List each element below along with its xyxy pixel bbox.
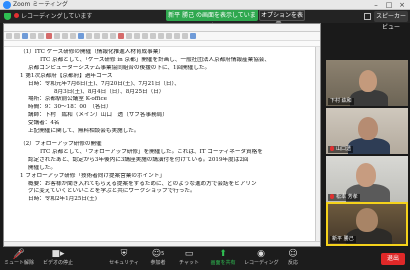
- recording-label: レコーディングしています: [21, 13, 93, 20]
- muted-mic-icon: [330, 146, 334, 151]
- participant-figure: [348, 138, 390, 154]
- participant-face: [358, 117, 378, 140]
- smiley-icon: ☺: [288, 249, 298, 259]
- participant-name: 下村 紘和: [328, 98, 354, 105]
- view-options-button[interactable]: オプションを表示 ⌄: [259, 10, 305, 28]
- shield-icon: ⛨: [120, 249, 128, 259]
- doc-line: 認定されたあと、認定から3年後内に3講座実施の講演付を付けている。2019年度は…: [28, 156, 249, 163]
- doc-line: 開催した。: [28, 164, 56, 171]
- record-icon: ◉: [257, 249, 265, 259]
- shield-icon[interactable]: [4, 13, 11, 20]
- meeting-topbar: レコーディングしています 新平 勝己 の画面を表示しています オプションを表示 …: [0, 10, 410, 31]
- unmute-button[interactable]: 🎤︎ ミュート解除: [2, 248, 36, 270]
- participant-face: [356, 208, 378, 232]
- participant-figure: [350, 90, 388, 106]
- doc-line: グに変えていくといいことを学ぶと共にワークショップで行った。: [28, 188, 196, 195]
- editor-titlebar: [4, 24, 320, 32]
- record-button[interactable]: ◉ レコーディング: [244, 248, 279, 270]
- window-title: Zoom ミーティング: [13, 1, 68, 8]
- doc-line: 京都コンピューターシステム事業協同組合の後援の下に、1回開催した。: [28, 64, 211, 71]
- muted-microphone-icon: 🎤︎: [13, 249, 25, 259]
- participant-video-tile[interactable]: 山口透: [326, 108, 408, 154]
- participant-face: [356, 163, 376, 187]
- active-speaker-tile[interactable]: 新平 勝己: [326, 202, 408, 246]
- minimize-button[interactable]: –: [370, 0, 382, 10]
- gallery-grid-icon[interactable]: [364, 13, 371, 20]
- participants-button[interactable]: ☺5 参加者: [145, 248, 171, 270]
- screen-share-banner: 新平 勝己 の画面を表示しています: [166, 10, 258, 30]
- doc-line: 場所：京都駅前公議室 K-office: [28, 96, 107, 103]
- document-page: （1）ITC ケース研修の開催（情報化推進人材育成事業） ITC 京都として、「…: [10, 49, 315, 245]
- doc-line: 受講者：4名: [28, 120, 60, 127]
- doc-line: 時間：9：30～18：00 （各日）: [28, 104, 112, 111]
- meeting-toolbar: 🎤︎ ミュート解除 ■▸ ビデオの停止 ⛨ セキュリティ ☺5 参加者 ▭ チャ…: [0, 247, 410, 270]
- stop-video-button[interactable]: ■▸ ビデオの停止: [40, 248, 76, 270]
- window-titlebar: Zoom ミーティング – □ ×: [0, 0, 410, 10]
- participant-face: [359, 70, 377, 92]
- doc-line: 日時：令和元年7月6日(土)、7月20日(土)、7月21日（日）、: [28, 80, 180, 87]
- editor-toolbar: [4, 32, 320, 41]
- doc-line: （2）フォローアップ研修の開催: [20, 140, 102, 147]
- close-button[interactable]: ×: [396, 0, 408, 10]
- share-screen-icon: ⬆: [219, 249, 227, 259]
- share-screen-button[interactable]: ⬆ 画面を共有: [207, 248, 239, 270]
- doc-line: ITC 京都として、「フォローアップ研修」を開催した。これは、IT コーディネー…: [40, 148, 263, 155]
- participant-name: 松本 芳孝: [328, 194, 360, 201]
- recording-indicator[interactable]: レコーディングしています: [14, 12, 92, 21]
- vertical-scrollbar: [315, 47, 320, 243]
- doc-line: 1 フォローアップ研修「技術者向け提案営業のポイント」: [20, 172, 165, 179]
- speaker-view-button[interactable]: スピーカービュー: [374, 11, 408, 31]
- chat-bubble-icon: ▭: [184, 249, 194, 259]
- shared-screen: （1）ITC ケース研修の開催（情報化推進人材育成事業） ITC 京都として、「…: [3, 23, 321, 247]
- record-dot-icon: [14, 13, 19, 18]
- doc-line: 1 第1次京都府【京都府】過年コース: [20, 72, 113, 79]
- doc-line: ITC 京都として、「ケース研修 in 京都」開催を計画し、一般社団法人京都府情…: [40, 56, 270, 63]
- leave-meeting-button[interactable]: 退出: [381, 253, 405, 265]
- reactions-button[interactable]: ☺ 反応: [283, 248, 303, 270]
- muted-mic-icon: [330, 194, 334, 199]
- editor-ruler: [4, 41, 320, 47]
- people-icon: ☺5: [151, 249, 165, 259]
- participant-name: 山口透: [328, 146, 354, 153]
- video-camera-icon: ■▸: [51, 249, 65, 259]
- doc-line: 8月3日(土)、8月4日（日）、8月25日（日）: [54, 88, 165, 95]
- doc-line: 日時：令和2年1月25日(土): [28, 196, 97, 203]
- participant-video-tile[interactable]: 下村 紘和: [326, 60, 408, 106]
- maximize-button[interactable]: □: [383, 0, 395, 10]
- security-button[interactable]: ⛨ セキュリティ: [108, 248, 140, 270]
- chat-button[interactable]: ▭ チャット: [177, 248, 201, 270]
- participant-name: 新平 勝己: [330, 236, 356, 243]
- doc-line: 概要：お客様が聞き入れてもらえる提案をするために、どのような進め方で会話をヒアリ…: [28, 180, 257, 187]
- horizontal-scrollbar: [4, 241, 320, 246]
- participant-video-tile[interactable]: 松本 芳孝: [326, 156, 408, 202]
- doc-line: （1）ITC ケース研修の開催（情報化推進人材育成事業）: [20, 49, 164, 55]
- doc-line: 講師：下村 紘和（メイン）山口 透（サブ各事務局）: [28, 112, 168, 119]
- zoom-logo-icon: [3, 1, 11, 9]
- doc-line: 上記開催に関して、無料相談会も実施した。: [28, 128, 140, 135]
